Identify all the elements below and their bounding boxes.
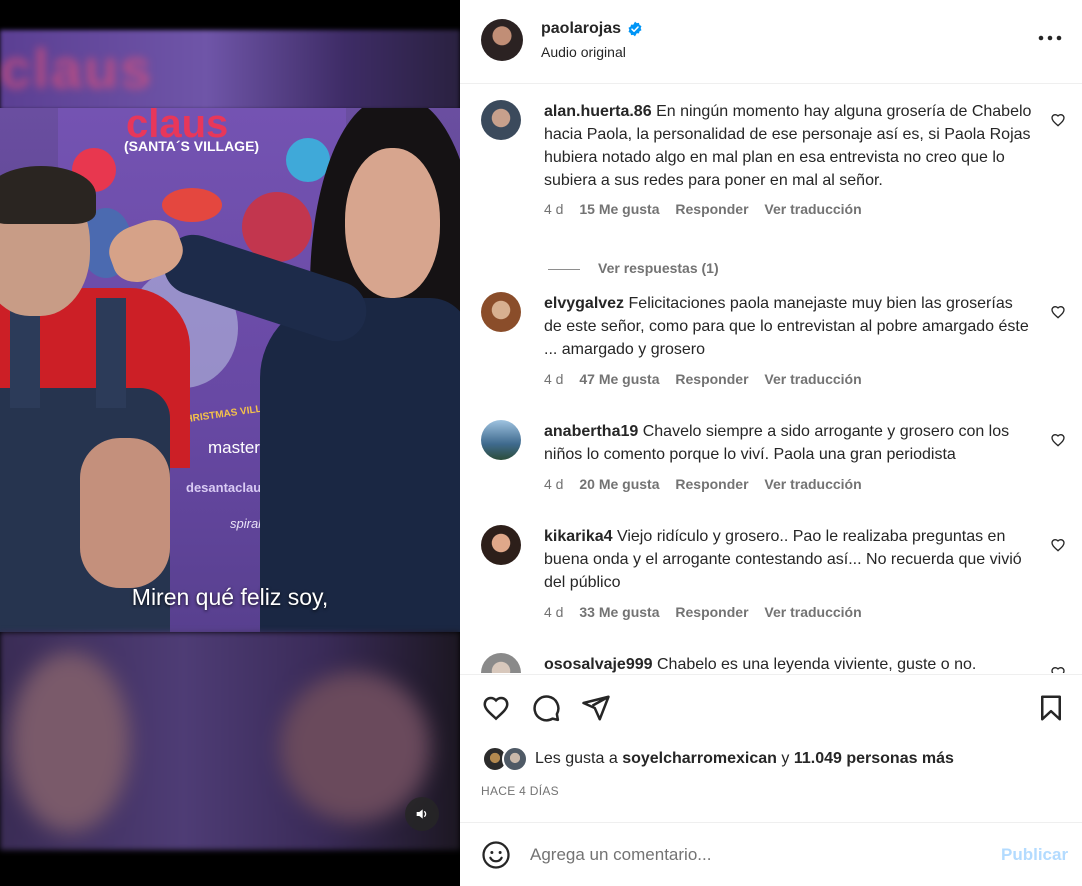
woman-face [345,148,440,298]
man-hair [0,166,96,224]
video-player[interactable]: claus claus (SANTA´S VILLAGE) CHRISTMAS … [0,0,460,886]
audio-label[interactable]: Audio original [541,44,626,60]
share-icon[interactable] [581,693,611,723]
likes-user[interactable]: soyelcharromexican [622,750,777,767]
comment-text: Chabelo es una leyenda viviente, guste o… [656,656,977,673]
comment-likes[interactable]: 15 Me gusta [579,201,659,217]
more-options-icon[interactable] [1035,28,1065,48]
comment-body: alan.huerta.86 En ningún momento hay alg… [544,100,1034,192]
comment-avatar[interactable] [481,100,521,140]
publish-button[interactable]: Publicar [1001,845,1068,865]
comment-text: Viejo ridículo y grosero.. Pao le realiz… [544,528,1022,591]
reply-button[interactable]: Responder [675,476,748,492]
comment-input[interactable] [530,843,990,867]
comment-body: elvygalvez Felicitaciones paola manejast… [544,292,1034,361]
comment-likes[interactable]: 47 Me gusta [579,371,659,387]
author-username[interactable]: paolarojas [541,20,621,38]
mute-button[interactable] [405,797,439,831]
add-comment-bar: Publicar [460,822,1082,886]
liker-avatar [502,746,528,772]
comment-username[interactable]: elvygalvez [544,295,624,312]
reply-button[interactable]: Responder [675,201,748,217]
comments-list[interactable]: alan.huerta.86 En ningún momento hay alg… [460,85,1082,673]
translate-button[interactable]: Ver traducción [764,201,861,217]
comment-body: ososalvaje999 Chabelo es una leyenda viv… [544,653,1034,673]
comment-time: 4 d [544,201,564,217]
comment-avatar[interactable] [481,420,521,460]
comment-meta: 4 d 47 Me gusta Responder Ver traducción [544,371,874,387]
comment-time: 4 d [544,476,564,492]
speaker-icon [416,809,427,819]
video-subtitle: Miren qué feliz soy, [131,584,329,610]
translate-button[interactable]: Ver traducción [764,476,861,492]
likes-others[interactable]: 11.049 personas más [794,750,954,767]
likes-prefix: Les gusta a [535,750,618,767]
comment-avatar[interactable] [481,653,521,673]
video-frame: claus (SANTA´S VILLAGE) CHRISTMAS VILLAG… [0,108,460,632]
comment-username[interactable]: kikarika4 [544,528,613,545]
comment-time: 4 d [544,604,564,620]
author-avatar[interactable] [481,19,523,61]
blur-banner-text: claus [0,37,154,100]
like-icon[interactable] [481,693,511,723]
comment-likes[interactable]: 20 Me gusta [579,476,659,492]
comment-like-icon[interactable] [1050,432,1066,448]
verified-badge-icon [628,21,642,37]
comment-like-icon[interactable] [1050,112,1066,128]
blur-blob [280,672,430,822]
comment-body: kikarika4 Viejo ridículo y grosero.. Pao… [544,525,1034,594]
banner-subtitle: (SANTA´S VILLAGE) [124,138,260,154]
comment-meta: 4 d 20 Me gusta Responder Ver traducción [544,476,874,492]
comment-likes[interactable]: 33 Me gusta [579,604,659,620]
video-blur-bottom [0,632,460,850]
blur-blob [10,652,130,832]
translate-button[interactable]: Ver traducción [764,371,861,387]
woman-body [260,298,460,632]
post-header: paolarojas Audio original [460,0,1082,84]
view-replies-label: Ver respuestas (1) [598,260,719,276]
comment-username[interactable]: anabertha19 [544,423,638,440]
bookmark-icon[interactable] [1036,693,1066,723]
translate-button[interactable]: Ver traducción [764,604,861,620]
video-blur-top: claus [0,30,460,110]
comment-avatar[interactable] [481,525,521,565]
comment-username[interactable]: alan.huerta.86 [544,103,652,120]
comment-icon[interactable] [531,693,561,723]
comment-time: 4 d [544,371,564,387]
overall-strap-right [96,298,126,408]
limited-badge [286,138,330,182]
emoji-icon[interactable] [481,840,511,870]
comment-like-icon[interactable] [1050,665,1066,673]
post-actions: Les gusta a soyelcharromexican y 11.049 … [460,674,1082,824]
ornament-center [162,188,222,222]
comment-meta: 4 d 33 Me gusta Responder Ver traducción [544,604,874,620]
replies-divider [548,268,580,270]
comment-meta: 4 d 15 Me gusta Responder Ver traducción [544,201,874,217]
banner-spiral: spiral [230,516,262,531]
view-replies-button[interactable]: Ver respuestas (1) [548,260,719,276]
reply-button[interactable]: Responder [675,604,748,620]
reply-button[interactable]: Responder [675,371,748,387]
comment-like-icon[interactable] [1050,537,1066,553]
comment-body: anabertha19 Chavelo siempre a sido arrog… [544,420,1034,466]
comment-username[interactable]: ososalvaje999 [544,656,653,673]
comment-like-icon[interactable] [1050,304,1066,320]
likes-connector: y [781,750,790,767]
post-date[interactable]: HACE 4 DÍAS [481,784,559,798]
likes-text: Les gusta a soyelcharromexican y 11.049 … [535,750,954,768]
post-panel: paolarojas Audio original alan.huerta.86… [460,0,1082,886]
comment-avatar[interactable] [481,292,521,332]
man-arm [80,438,170,588]
